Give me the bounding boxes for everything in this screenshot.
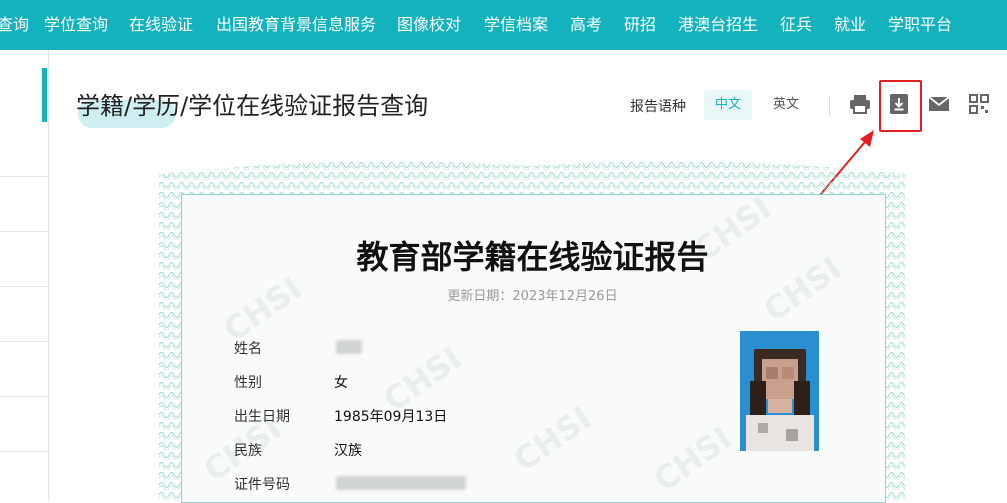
download-icon[interactable] <box>887 92 911 116</box>
nav-item-archive[interactable]: 学信档案 <box>484 0 548 50</box>
sidebar-item[interactable] <box>0 122 47 177</box>
field-label-id-number: 证件号码 <box>234 477 290 493</box>
page-title: 学籍/学历/学位在线验证报告查询 <box>76 92 429 120</box>
field-value-gender: 女 <box>334 375 348 391</box>
report-language-label: 报告语种 <box>630 99 686 115</box>
nav-item-employment[interactable]: 就业 <box>834 0 866 50</box>
redacted-name <box>336 340 362 354</box>
sidebar-active-indicator <box>42 68 47 122</box>
language-chinese-button[interactable]: 中文 <box>704 90 752 120</box>
redacted-id-number <box>336 476 466 490</box>
report-updated-date: 更新日期：2023年12月26日 <box>447 289 618 304</box>
top-nav-bar: 查询 学位查询 在线验证 出国教育背景信息服务 图像校对 学信档案 高考 研招 … <box>0 0 1007 50</box>
field-label-name: 姓名 <box>234 341 262 357</box>
language-english-button[interactable]: 英文 <box>762 90 810 120</box>
nav-item-career-platform[interactable]: 学职平台 <box>888 0 952 50</box>
nav-item-hkmt[interactable]: 港澳台招生 <box>678 0 758 50</box>
sidebar-item[interactable] <box>0 397 47 452</box>
sidebar <box>0 50 49 501</box>
mail-icon[interactable] <box>927 92 951 116</box>
student-photo <box>740 331 819 451</box>
field-value-birthdate: 1985年09月13日 <box>334 409 448 425</box>
field-label-ethnicity: 民族 <box>234 443 262 459</box>
sidebar-item[interactable] <box>0 342 47 397</box>
sidebar-item[interactable] <box>0 232 47 287</box>
nav-item-online-verify[interactable]: 在线验证 <box>129 0 193 50</box>
nav-item-degree-query[interactable]: 学位查询 <box>44 0 108 50</box>
toolbar-divider <box>829 96 830 116</box>
sidebar-item[interactable] <box>0 287 47 342</box>
nav-item-image-check[interactable]: 图像校对 <box>397 0 461 50</box>
print-icon[interactable] <box>848 92 872 116</box>
report-title: 教育部学籍在线验证报告 <box>356 238 709 276</box>
qrcode-icon[interactable] <box>967 92 991 116</box>
field-label-gender: 性别 <box>234 375 262 391</box>
nav-item-gaokao[interactable]: 高考 <box>570 0 602 50</box>
nav-item-conscription[interactable]: 征兵 <box>780 0 812 50</box>
nav-item-query[interactable]: 查询 <box>0 0 29 50</box>
sidebar-item-active[interactable] <box>0 68 45 122</box>
nav-item-overseas-education[interactable]: 出国教育背景信息服务 <box>216 0 376 50</box>
field-value-ethnicity: 汉族 <box>334 443 362 459</box>
field-label-birthdate: 出生日期 <box>234 409 290 425</box>
sidebar-item[interactable] <box>0 177 47 232</box>
nav-item-graduate[interactable]: 研招 <box>624 0 656 50</box>
